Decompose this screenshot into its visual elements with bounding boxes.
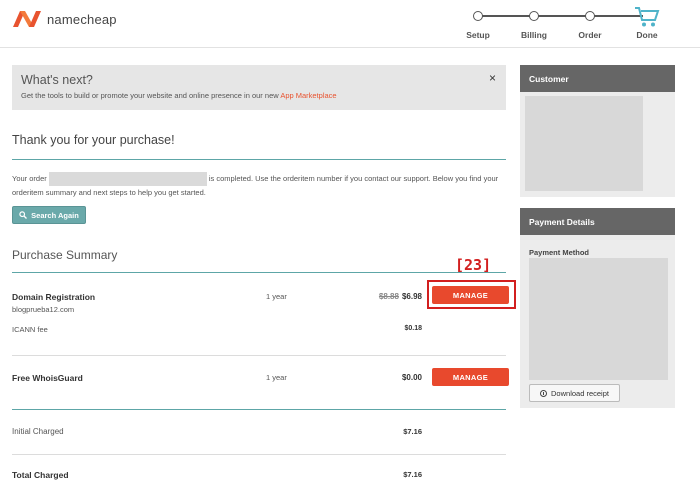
search-again-label: Search Again <box>31 210 79 220</box>
download-icon <box>540 389 548 397</box>
step-done-label: Done <box>636 30 658 40</box>
search-icon <box>19 211 28 219</box>
domain-price: $8.88 $6.98 <box>362 292 422 301</box>
payment-method-redacted <box>529 258 668 380</box>
domain-registration-label: Domain Registration <box>12 292 96 302</box>
namecheap-logo[interactable]: namecheap <box>12 10 117 28</box>
whats-next-banner: What's next? Get the tools to build or p… <box>12 65 506 110</box>
purchase-summary-heading: Purchase Summary <box>12 248 118 262</box>
step-order-dot <box>585 11 595 21</box>
domain-name: blogprueba12.com <box>12 305 75 314</box>
app-marketplace-link[interactable]: App Marketplace <box>280 91 336 100</box>
payment-details-title: Payment Details <box>520 208 675 235</box>
total-charged-price: $7.16 <box>403 470 422 479</box>
step-setup-label: Setup <box>466 30 490 40</box>
cart-icon <box>635 7 660 27</box>
whats-next-title: What's next? <box>21 73 93 87</box>
row-divider <box>12 454 506 455</box>
step-setup-dot <box>473 11 483 21</box>
icann-fee-label: ICANN fee <box>12 325 48 334</box>
progress-line <box>478 15 643 17</box>
payment-details-panel: Payment Details Payment Method Download … <box>520 208 675 408</box>
top-header: namecheap Setup Billing Order Done <box>0 0 700 48</box>
manage-whoisguard-button[interactable]: MANAGE <box>432 368 509 386</box>
initial-charged-label: Initial Charged <box>12 427 64 436</box>
manage-domain-button[interactable]: MANAGE <box>432 286 509 304</box>
summary-divider <box>12 272 506 273</box>
logo-text: namecheap <box>47 11 117 27</box>
customer-panel-title: Customer <box>520 65 675 92</box>
order-number-redacted <box>48 172 207 187</box>
order-message: Your order is completed. Use the orderit… <box>12 172 506 199</box>
whats-next-text: Get the tools to build or promote your w… <box>21 91 337 100</box>
step-order-label: Order <box>578 30 602 40</box>
customer-panel: Customer <box>520 65 675 197</box>
close-icon[interactable]: × <box>489 71 496 85</box>
row-divider <box>12 355 506 356</box>
checkout-progress: Setup Billing Order Done <box>462 6 692 42</box>
thanks-divider <box>12 159 506 160</box>
step-billing-dot <box>529 11 539 21</box>
search-again-button[interactable]: Search Again <box>12 206 86 224</box>
customer-info-redacted <box>525 96 643 191</box>
whoisguard-period: 1 year <box>266 373 287 382</box>
domain-old-price: $8.88 <box>378 292 399 301</box>
namecheap-logo-icon <box>13 11 41 27</box>
totals-divider <box>12 409 506 410</box>
icann-fee-price: $0.18 <box>404 325 422 332</box>
download-receipt-button[interactable]: Download receipt <box>529 384 620 402</box>
step-billing-label: Billing <box>521 30 547 40</box>
total-charged-label: Total Charged <box>12 470 69 480</box>
payment-method-label: Payment Method <box>529 248 590 257</box>
thank-you-heading: Thank you for your purchase! <box>12 133 175 147</box>
annotation-label: [23] <box>455 256 492 274</box>
domain-current-price: $6.98 <box>401 292 422 301</box>
whoisguard-price: $0.00 <box>401 373 422 382</box>
domain-period: 1 year <box>266 292 287 301</box>
order-text-before: Your order <box>12 174 47 183</box>
initial-charged-price: $7.16 <box>403 427 422 436</box>
whoisguard-label: Free WhoisGuard <box>12 373 83 383</box>
whats-next-description: Get the tools to build or promote your w… <box>21 91 279 100</box>
download-receipt-label: Download receipt <box>551 388 609 398</box>
